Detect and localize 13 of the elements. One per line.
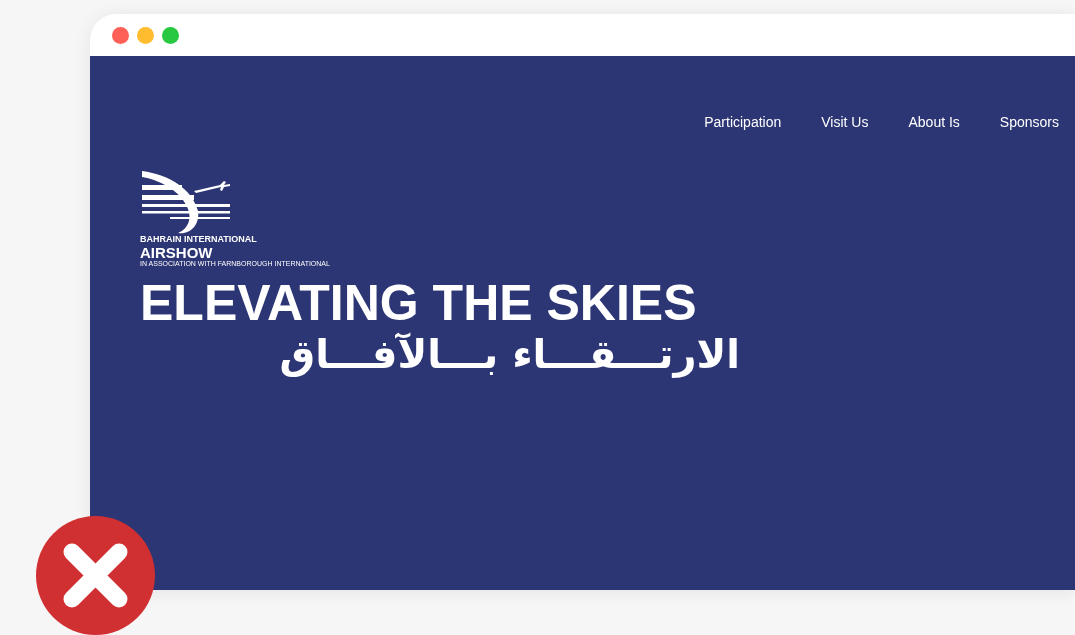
nav-link[interactable]: Participation <box>680 108 798 137</box>
error-icon <box>36 516 155 635</box>
nav-link[interactable]: Visit Us <box>797 108 885 137</box>
logo-text: AIRSHOW <box>140 244 213 260</box>
close-icon[interactable] <box>112 26 129 44</box>
hero-title: ELEVATING THE SKIES <box>140 275 698 331</box>
maximize-icon[interactable] <box>162 26 179 44</box>
nav-link[interactable]: About Is <box>884 108 976 137</box>
hero-title-arabic: الارتـــقـــاء بـــالآفـــاق <box>278 330 740 377</box>
logo-text: BAHRAIN INTERNATIONAL <box>140 235 257 245</box>
nav-link[interactable]: Sponsors <box>975 108 1075 137</box>
logo-icon <box>140 171 232 235</box>
minimize-icon[interactable] <box>137 26 154 44</box>
